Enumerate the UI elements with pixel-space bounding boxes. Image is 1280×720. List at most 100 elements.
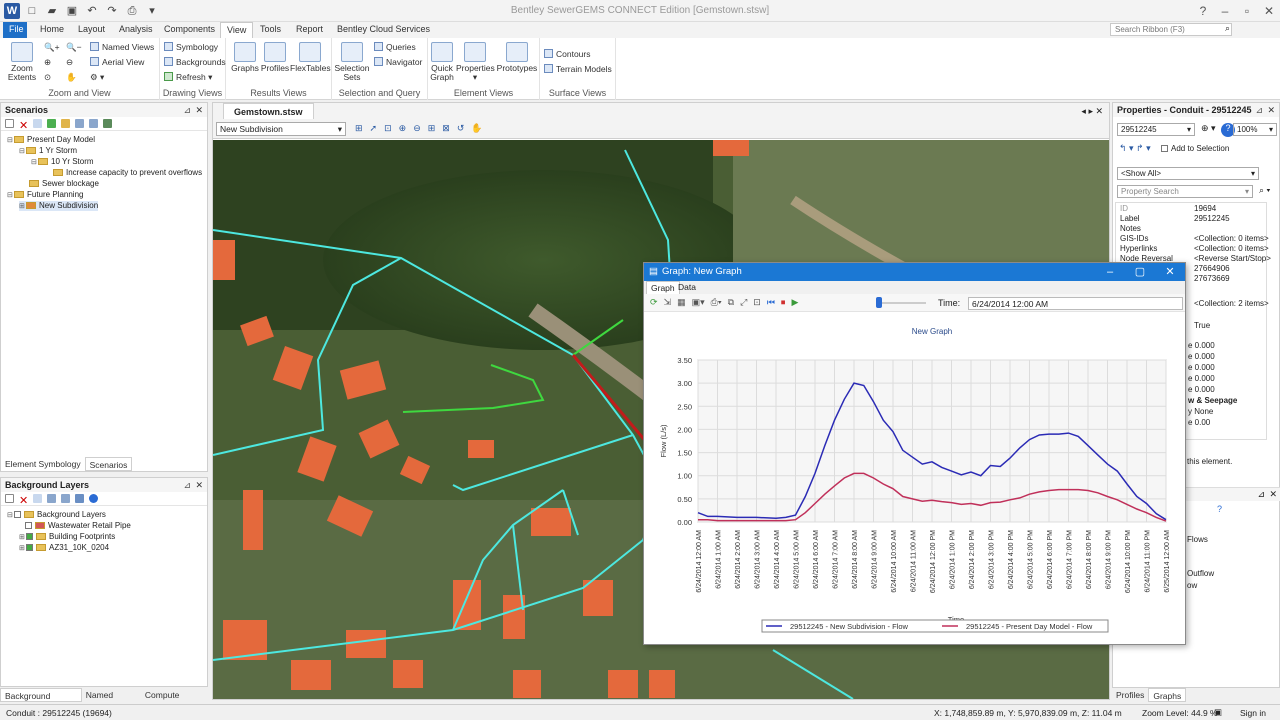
selection-sets-button[interactable]: Selection Sets [334,42,370,82]
tab-scenarios[interactable]: Scenarios [84,457,133,471]
tree-item-new-subdivision[interactable]: ⊞ New Subdivision [19,201,99,211]
help-icon[interactable]: ? [1217,504,1222,514]
graphs-button[interactable]: Graphs [230,42,260,73]
view-options-gear-icon[interactable]: ⚙ ▾ [90,71,104,84]
zoom-out-icon[interactable]: ⊖ [413,123,421,134]
zoom-previous-button[interactable]: ⊖ [66,56,73,69]
time-slider-track[interactable] [876,302,926,304]
series-options-icon[interactable]: ▦ [677,297,686,308]
compare-icon[interactable] [75,119,84,128]
zoom-in-button[interactable]: 🔍+ [44,41,60,54]
move-up-icon[interactable] [47,494,56,503]
side-item-ow[interactable]: ow [1187,581,1197,591]
edit-icon[interactable] [33,494,42,503]
add-to-selection-toggle[interactable]: Add to Selection [1161,144,1229,153]
tab-components[interactable]: Components [158,22,221,38]
play-icon[interactable]: ▶ [791,297,798,308]
tree-item-building-footprints[interactable]: ⊞ Building Footprints [19,532,115,542]
tab-background-layers[interactable]: Background Layers [0,688,82,715]
tab-bentley-cloud-services[interactable]: Bentley Cloud Services [331,22,436,38]
tab-tools[interactable]: Tools [254,22,287,38]
profiles-button[interactable]: Profiles [260,42,290,73]
tree-item-increase-capacity[interactable]: Increase capacity to prevent overflows [53,168,202,178]
refresh-icon[interactable]: ⟳ [650,297,658,308]
document-tab-gemstown[interactable]: Gemstown.stsw [223,103,314,120]
tree-item-1yr-storm[interactable]: ⊟ 1 Yr Storm [19,146,77,156]
zoom-icon[interactable]: ⤢ [740,297,747,308]
zoom-reset-icon[interactable]: ⊡ [753,297,761,308]
zoom-previous-icon[interactable]: ↺ [457,123,465,134]
queries-button[interactable]: Queries [374,41,416,54]
graph-tab-data[interactable]: Data [674,281,700,294]
tree-expand-icon[interactable] [89,119,98,128]
time-value-field[interactable]: 6/24/2014 12:00 AM [968,297,1183,310]
graph-maximize-button[interactable]: ▢ [1125,263,1155,281]
tab-home[interactable]: Home [34,22,70,38]
named-views-button[interactable]: Named Views [90,41,154,54]
help-icon[interactable] [89,494,98,503]
document-nav-icons[interactable]: ◂ ▸ ✕ [1081,103,1103,119]
select-arrow-icon[interactable]: ➚ [370,123,378,134]
zoom-extents-icon[interactable]: ⊞ [428,123,436,134]
symbology-button[interactable]: Symbology [164,41,218,54]
print-icon[interactable]: ⎙▾ [711,297,722,308]
tab-analysis[interactable]: Analysis [113,22,159,38]
prop-node-reversal-value[interactable]: <Reverse Start/Stop> [1194,254,1271,264]
prototypes-button[interactable]: Prototypes [496,42,538,73]
prop-gis-ids-value[interactable]: <Collection: 0 items> [1194,234,1269,244]
zoom-window-icon[interactable]: ⊡ [384,123,392,134]
prop-label-value[interactable]: 29512245 [1194,214,1230,224]
zoom-out-button[interactable]: 🔍− [66,41,82,54]
search-icon[interactable]: ⌕ [1225,23,1230,34]
backgrounds-button[interactable]: Backgrounds [164,56,226,69]
add-series-icon[interactable]: ⇲ [664,297,672,308]
rewind-icon[interactable]: ⏮ [767,297,775,308]
close-icon[interactable]: ✕ [1269,489,1277,500]
compute-icon[interactable] [47,119,56,128]
side-item-outflow[interactable]: Outflow [1187,569,1214,579]
tree-item-sewer-blockage[interactable]: Sewer blockage [29,179,99,189]
element-select[interactable]: 29512245 ▾ [1117,123,1195,136]
aerial-view-button[interactable]: Aerial View [90,56,144,69]
zoom-in-icon[interactable]: ⊕ [399,123,407,134]
pan-icon[interactable]: ✋ [471,123,482,134]
pin-icon[interactable]: ⊿ [183,478,191,492]
make-current-icon[interactable] [61,119,70,128]
close-button[interactable]: ✕ [1258,0,1280,22]
pan-icon[interactable]: ✋ [66,71,77,84]
navigator-button[interactable]: Navigator [374,56,422,69]
close-icon[interactable]: ✕ [195,478,203,492]
rename-icon[interactable] [33,119,42,128]
delete-icon[interactable]: ✕ [19,119,28,132]
close-icon[interactable]: ✕ [1267,103,1275,117]
tree-collapse-icon[interactable] [103,119,112,128]
zoom-to-element-icon[interactable]: ⊕ ▾ [1201,123,1216,134]
pin-icon[interactable]: ⊿ [1257,489,1265,500]
scenario-select[interactable]: New Subdivision ▾ [216,122,346,136]
graph-minimize-button[interactable]: – [1095,263,1125,281]
scenario-manager-icon[interactable]: ⊞ [355,123,363,134]
zoom-extents-button[interactable]: Zoom Extents [5,42,39,82]
sign-in-link[interactable]: Sign in [1240,708,1266,718]
close-icon[interactable]: ✕ [195,103,203,117]
contours-button[interactable]: Contours [544,48,591,61]
minimize-button[interactable]: – [1214,0,1236,22]
zoom-selection-icon[interactable]: ⊠ [442,123,450,134]
stop-icon[interactable]: ⏹ [781,297,786,308]
quick-graph-button[interactable]: Quick Graph [428,42,456,82]
new-icon[interactable] [5,119,14,128]
tab-view[interactable]: View [220,22,254,38]
tab-graphs[interactable]: Graphs [1148,688,1187,702]
pin-icon[interactable]: ⊿ [1255,103,1263,117]
tab-layout[interactable]: Layout [72,22,111,38]
delete-icon[interactable]: ✕ [19,494,28,507]
move-down-icon[interactable] [61,494,70,503]
help-icon[interactable]: ? [1192,0,1214,22]
search-ribbon-input[interactable]: Search Ribbon (F3) [1110,23,1232,36]
graph-close-button[interactable]: ✕ [1155,263,1185,281]
tree-item-az31[interactable]: ⊞ AZ31_10K_0204 [19,543,109,553]
terrain-models-button[interactable]: Terrain Models [544,63,612,76]
zoom-realtime-button[interactable]: ⊙ [44,71,51,84]
tab-report[interactable]: Report [290,22,329,38]
prop-hyperlinks-value[interactable]: <Collection: 0 items> [1194,244,1269,254]
